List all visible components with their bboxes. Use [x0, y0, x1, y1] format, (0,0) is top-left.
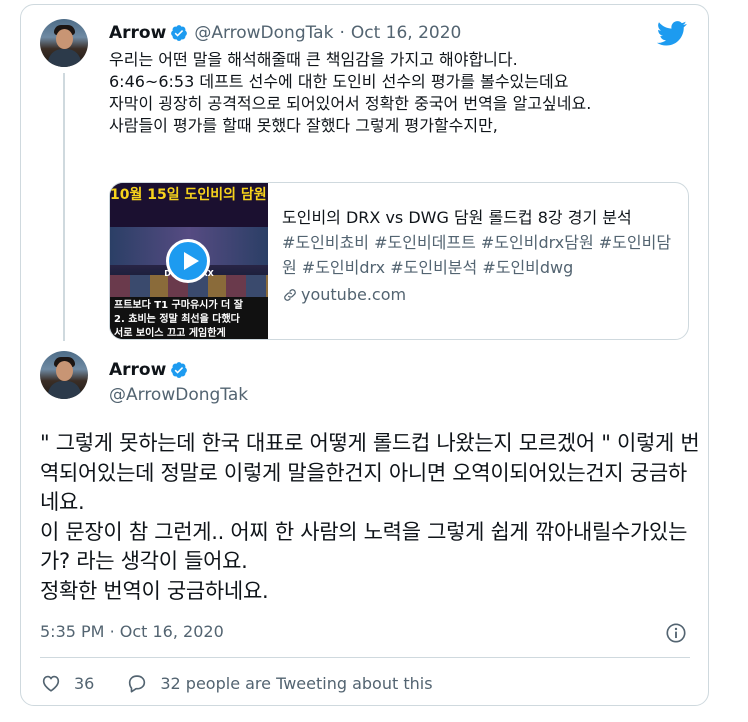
tweet-timestamp[interactable]: 5:35 PM · Oct 16, 2020: [40, 622, 224, 641]
author-name[interactable]: Arrow: [109, 23, 166, 43]
tweet-actions: 36 32 people are Tweeting about this: [40, 671, 433, 695]
quoted-tweet-header: Arrow @ArrowDongTak · Oct 16, 2020: [109, 22, 461, 44]
speech-bubble-icon: [129, 675, 146, 693]
thumbnail-caption: 프트보다 T1 구마유시가 더 잘 2. 쵸비는 정말 최선을 다했다 서로 보…: [110, 297, 268, 339]
heart-icon: [42, 675, 60, 692]
play-icon[interactable]: [166, 239, 210, 283]
verified-badge-icon: [171, 362, 188, 378]
video-thumbnail[interactable]: 10월 15일 도인비의 담원 DWG 분석 방송 하이 DWG · DRX 프…: [110, 183, 268, 339]
like-button[interactable]: 36: [40, 672, 94, 694]
link-domain-text: youtube.com: [301, 285, 407, 304]
quoted-tweet-text: 우리는 어떤 말을 해석해줄때 큰 책임감을 가지고 해야합니다. 6:46~6…: [109, 50, 592, 135]
tweet-date[interactable]: Oct 16, 2020: [351, 23, 462, 43]
tweet-date[interactable]: Oct 16, 2020: [120, 622, 224, 641]
link-title[interactable]: 도인비의 DRX vs DWG 담원 롤드컵 8강 경기 분석: [282, 205, 680, 230]
link-domain: youtube.com: [282, 282, 680, 307]
author-handle[interactable]: @ArrowDongTak: [109, 385, 248, 405]
verified-badge-icon: [171, 25, 188, 41]
tweeting-about-label: 32 people are Tweeting about this: [160, 673, 433, 693]
author-name[interactable]: Arrow: [109, 360, 166, 380]
author-handle[interactable]: @ArrowDongTak: [194, 23, 333, 43]
separator-dot: ·: [109, 622, 115, 641]
tweet-time[interactable]: 5:35 PM: [40, 622, 104, 641]
main-tweet-text: " 그렇게 못하는데 한국 대표로 어떻게 롤드컵 나왔는지 모르겠어 " 이렇…: [40, 431, 700, 603]
separator-dot: ·: [339, 23, 345, 43]
main-tweet-author: Arrow: [109, 359, 188, 381]
link-icon: [284, 288, 296, 301]
twitter-bird-icon[interactable]: [657, 21, 687, 46]
avatar[interactable]: [40, 19, 88, 67]
like-count: 36: [74, 673, 95, 693]
tweeting-about-button[interactable]: 32 people are Tweeting about this: [126, 672, 433, 694]
avatar[interactable]: [40, 351, 88, 399]
link-preview-card[interactable]: 10월 15일 도인비의 담원 DWG 분석 방송 하이 DWG · DRX 프…: [109, 182, 689, 340]
link-description: #도인비쵸비 #도인비데프트 #도인비drx담원 #도인비담원 #도인비drx …: [282, 233, 672, 277]
tweet-embed-card: Arrow @ArrowDongTak · Oct 16, 2020 우리는 어…: [20, 4, 709, 706]
divider: [40, 657, 690, 658]
thumbnail-title: 10월 15일 도인비의 담원 DWG 분석 방송 하이: [110, 183, 268, 227]
info-icon[interactable]: [665, 622, 687, 644]
thread-line: [63, 73, 65, 341]
